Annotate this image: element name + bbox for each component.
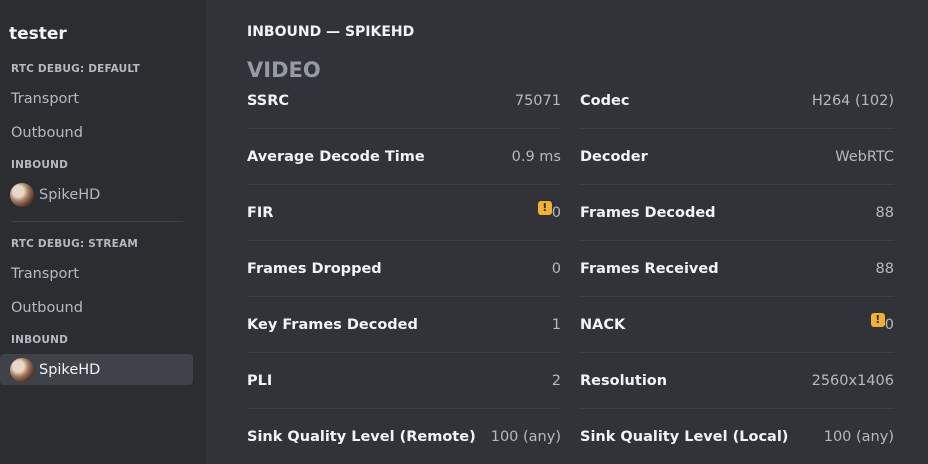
stat-label: Key Frames Decoded	[247, 316, 418, 333]
stat-row-pli: PLI 2	[247, 353, 561, 409]
sidebar-item-user-default[interactable]: SpikeHD	[0, 179, 193, 210]
stat-row-ssrc: SSRC 75071	[247, 73, 561, 129]
stat-row-sink-quality-local: Sink Quality Level (Local) 100 (any)	[580, 409, 894, 464]
sidebar-item-transport-stream[interactable]: Transport	[0, 258, 193, 289]
stat-value: 100 (any)	[490, 428, 561, 445]
stat-value: 88	[875, 204, 894, 221]
stat-value: 2560x1406	[811, 372, 894, 389]
avatar	[10, 357, 34, 382]
stat-label: Frames Dropped	[247, 260, 382, 277]
avatar	[10, 182, 34, 207]
stat-label: Codec	[580, 92, 630, 109]
sidebar-item-label: SpikeHD	[39, 361, 101, 378]
stat-value-wrap: ! 0	[870, 312, 894, 333]
stat-row-nack: NACK ! 0	[580, 297, 894, 353]
section-header-inbound-stream: INBOUND	[11, 334, 69, 346]
stat-row-key-frames-decoded: Key Frames Decoded 1	[247, 297, 561, 353]
stat-row-frames-received: Frames Received 88	[580, 241, 894, 297]
sidebar-item-outbound-stream[interactable]: Outbound	[0, 292, 193, 323]
stat-value: 2	[551, 372, 561, 389]
main-content: INBOUND — SPIKEHD VIDEO SSRC 75071 Avera…	[247, 0, 894, 464]
stat-label: PLI	[247, 372, 273, 389]
stat-value: 75071	[514, 92, 561, 109]
warning-icon[interactable]: !	[537, 200, 552, 215]
divider	[11, 221, 183, 222]
stat-label: Sink Quality Level (Local)	[580, 428, 789, 445]
stat-label: NACK	[580, 316, 626, 333]
stat-value: 100 (any)	[823, 428, 894, 445]
stat-label: Frames Decoded	[580, 204, 716, 221]
stat-value: 1	[551, 316, 561, 333]
sidebar-item-outbound-default[interactable]: Outbound	[0, 117, 193, 148]
stat-value: 0.9 ms	[511, 148, 561, 165]
stat-label: FIR	[247, 204, 274, 221]
stat-row-frames-dropped: Frames Dropped 0	[247, 241, 561, 297]
stat-row-frames-decoded: Frames Decoded 88	[580, 185, 894, 241]
stat-value-wrap: ! 0	[537, 200, 561, 221]
stat-label: Sink Quality Level (Remote)	[247, 428, 476, 445]
sidebar-item-transport-default[interactable]: Transport	[0, 83, 193, 114]
section-header-stream: RTC DEBUG: STREAM	[11, 238, 138, 250]
stat-value: 88	[875, 260, 894, 277]
stat-label: SSRC	[247, 92, 290, 109]
stat-value: WebRTC	[835, 148, 894, 165]
stat-row-codec: Codec H264 (102)	[580, 73, 894, 129]
stat-value: 0	[551, 260, 561, 277]
section-header-default: RTC DEBUG: DEFAULT	[11, 63, 140, 75]
stat-row-sink-quality-remote: Sink Quality Level (Remote) 100 (any)	[247, 409, 561, 464]
stats-column-left: SSRC 75071 Average Decode Time 0.9 ms FI…	[247, 73, 561, 464]
stat-label: Frames Received	[580, 260, 719, 277]
stat-value: H264 (102)	[811, 92, 894, 109]
sidebar: tester RTC DEBUG: DEFAULT Transport Outb…	[0, 0, 206, 464]
stat-value: 0	[884, 316, 894, 333]
stat-row-average-decode-time: Average Decode Time 0.9 ms	[247, 129, 561, 185]
stat-label: Resolution	[580, 372, 668, 389]
sidebar-item-user-stream[interactable]: SpikeHD	[0, 354, 193, 385]
app-title: tester	[9, 24, 67, 44]
section-header-inbound-default: INBOUND	[11, 159, 69, 171]
stat-row-fir: FIR ! 0	[247, 185, 561, 241]
warning-icon[interactable]: !	[870, 312, 885, 327]
sidebar-item-label: SpikeHD	[39, 186, 101, 203]
stat-label: Decoder	[580, 148, 648, 165]
stat-row-decoder: Decoder WebRTC	[580, 129, 894, 185]
stat-label: Average Decode Time	[247, 148, 425, 165]
stat-row-resolution: Resolution 2560x1406	[580, 353, 894, 409]
stat-value: 0	[551, 204, 561, 221]
stats-column-right: Codec H264 (102) Decoder WebRTC Frames D…	[580, 73, 894, 464]
page-title: INBOUND — SPIKEHD	[247, 24, 415, 40]
